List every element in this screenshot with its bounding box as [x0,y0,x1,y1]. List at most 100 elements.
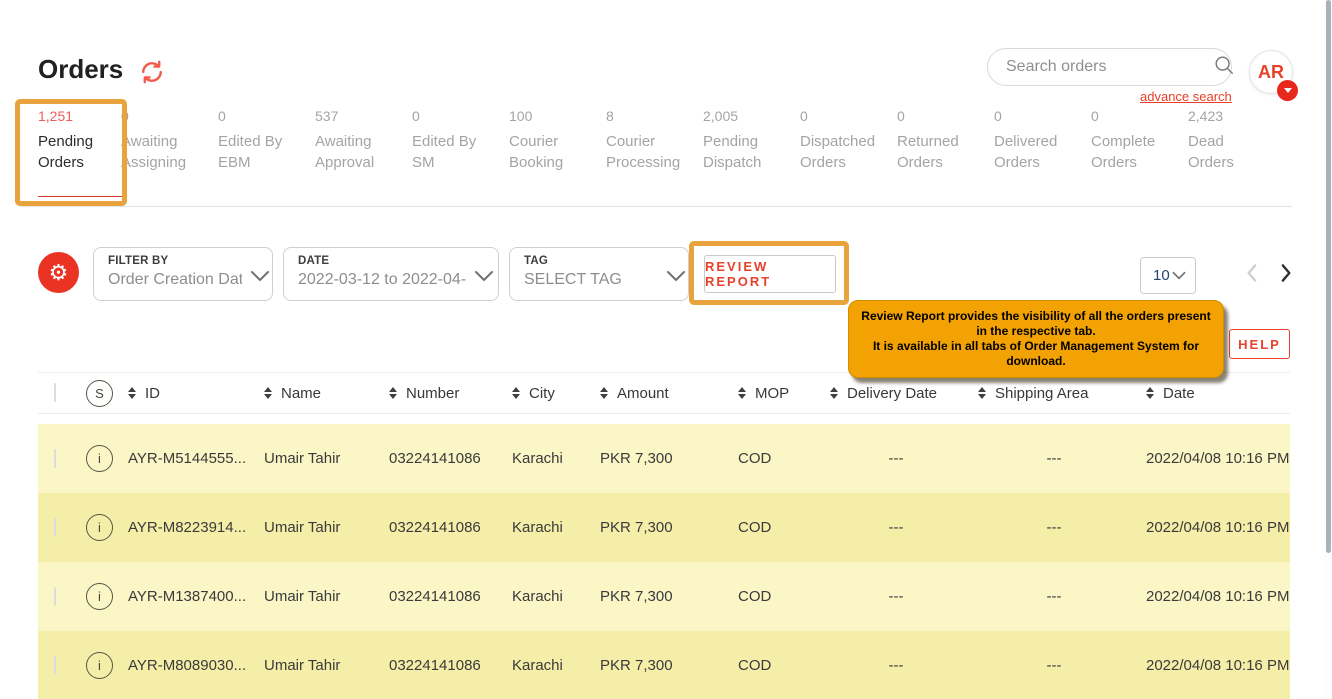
table-row[interactable]: i AYR-M1387400... Umair Tahir 0322414108… [38,562,1290,631]
cell-amount: PKR 7,300 [592,450,730,467]
tab-label: Courier Booking [509,131,593,173]
tabs-divider [20,206,1292,207]
table-row[interactable]: i AYR-M5144555... Umair Tahir 0322414108… [38,424,1290,493]
cell-amount: PKR 7,300 [592,657,730,674]
tooltip-line2: It is available in all tabs of Order Man… [861,339,1211,369]
cell-city: Karachi [504,588,592,605]
column-header-amount[interactable]: Amount [617,385,669,402]
tooltip-line1: Review Report provides the visibility of… [861,309,1211,339]
filter-by-dropdown[interactable]: FILTER BY Order Creation Date [93,247,273,301]
tag-dropdown[interactable]: TAG SELECT TAG [509,247,689,301]
column-header-id[interactable]: ID [145,385,160,402]
table-row[interactable]: i AYR-M8223914... Umair Tahir 0322414108… [38,493,1290,562]
cell-date: 2022/04/08 10:16 PM [1138,519,1290,536]
avatar-initials: AR [1258,62,1284,83]
date-value: 2022-03-12 to 2022-04-10 [298,271,466,289]
scrollbar-thumb[interactable] [1326,0,1331,553]
tab-pending-dispatch[interactable]: 2,005 Pending Dispatch [703,108,800,205]
date-range-dropdown[interactable]: DATE 2022-03-12 to 2022-04-10 [283,247,499,301]
tab-count: 0 [1091,108,1188,124]
orders-table: S ID Name Number City Amount MOP Deliver… [38,372,1290,699]
tab-dispatched-orders[interactable]: 0 Dispatched Orders [800,108,897,205]
sort-icon[interactable] [512,387,520,400]
help-button[interactable]: HELP [1229,329,1290,359]
chevron-right-icon[interactable] [1272,260,1298,286]
select-all-icon[interactable]: S [86,380,113,407]
tag-label: TAG [524,255,658,267]
advance-search-link[interactable]: advance search [1140,89,1232,104]
sort-icon[interactable] [978,387,986,400]
avatar-caret-icon[interactable] [1277,80,1298,101]
tab-count: 1,251 [38,108,121,124]
column-header-number[interactable]: Number [406,385,459,402]
tab-edited-by-sm[interactable]: 0 Edited By SM [412,108,509,205]
row-checkbox[interactable] [54,518,56,537]
vertical-scrollbar[interactable] [1324,0,1332,699]
cell-mop: COD [730,519,822,536]
tab-bar: 1,251 Pending Orders 0 Awaiting Assignin… [24,108,1285,205]
tab-label: Complete Orders [1091,131,1175,173]
cell-name: Umair Tahir [256,519,381,536]
tab-awaiting-assigning[interactable]: 0 Awaiting Assigning [121,108,218,205]
tab-label: Awaiting Approval [315,131,399,173]
info-icon[interactable]: i [86,583,113,610]
date-label: DATE [298,255,466,267]
select-all-checkbox[interactable] [54,383,56,402]
tab-label: Edited By EBM [218,131,302,173]
cell-mop: COD [730,450,822,467]
row-checkbox[interactable] [54,656,56,675]
sort-icon[interactable] [128,387,136,400]
row-checkbox[interactable] [54,587,56,606]
tab-awaiting-approval[interactable]: 537 Awaiting Approval [315,108,412,205]
sort-icon[interactable] [1146,387,1154,400]
review-report-tooltip: Review Report provides the visibility of… [848,300,1224,378]
search-icon[interactable] [1213,54,1235,81]
cell-delivery-date: --- [822,588,970,605]
page-size-dropdown[interactable]: 10 [1140,257,1196,294]
column-header-name[interactable]: Name [281,385,321,402]
sort-icon[interactable] [830,387,838,400]
settings-button[interactable]: ⚙ [38,252,79,293]
info-icon[interactable]: i [86,652,113,679]
cell-mop: COD [730,657,822,674]
tab-count: 0 [897,108,994,124]
cell-amount: PKR 7,300 [592,588,730,605]
refresh-icon[interactable] [138,58,166,86]
tab-complete-orders[interactable]: 0 Complete Orders [1091,108,1188,205]
tab-dead-orders[interactable]: 2,423 Dead Orders [1188,108,1285,205]
tab-delivered-orders[interactable]: 0 Delivered Orders [994,108,1091,205]
cell-city: Karachi [504,519,592,536]
tab-returned-orders[interactable]: 0 Returned Orders [897,108,994,205]
cell-delivery-date: --- [822,519,970,536]
sort-icon[interactable] [264,387,272,400]
chevron-left-icon[interactable] [1240,260,1266,286]
chevron-down-icon [658,269,686,287]
tab-courier-booking[interactable]: 100 Courier Booking [509,108,606,205]
cell-number: 03224141086 [381,657,504,674]
column-header-city[interactable]: City [529,385,555,402]
tab-count: 537 [315,108,412,124]
column-header-delivery-date[interactable]: Delivery Date [847,385,937,402]
tab-courier-processing[interactable]: 8 Courier Processing [606,108,703,205]
column-header-mop[interactable]: MOP [755,385,789,402]
sort-icon[interactable] [389,387,397,400]
info-icon[interactable]: i [86,514,113,541]
tab-edited-by-ebm[interactable]: 0 Edited By EBM [218,108,315,205]
search-input[interactable] [1006,58,1213,76]
table-header-row: S ID Name Number City Amount MOP Deliver… [38,372,1290,414]
sort-icon[interactable] [600,387,608,400]
chevron-down-icon [1172,267,1186,285]
column-header-shipping-area[interactable]: Shipping Area [995,385,1088,402]
table-body: i AYR-M5144555... Umair Tahir 0322414108… [38,424,1290,699]
info-icon[interactable]: i [86,445,113,472]
review-report-button[interactable]: REVIEW REPORT [704,255,836,293]
cell-id: AYR-M1387400... [120,588,256,605]
tab-pending-orders[interactable]: 1,251 Pending Orders [24,108,121,205]
tab-label: Awaiting Assigning [121,131,205,173]
row-checkbox[interactable] [54,449,56,468]
cell-id: AYR-M8089030... [120,657,256,674]
column-header-date[interactable]: Date [1163,385,1195,402]
sort-icon[interactable] [738,387,746,400]
cell-shipping-area: --- [970,657,1138,674]
table-row[interactable]: i AYR-M8089030... Umair Tahir 0322414108… [38,631,1290,699]
